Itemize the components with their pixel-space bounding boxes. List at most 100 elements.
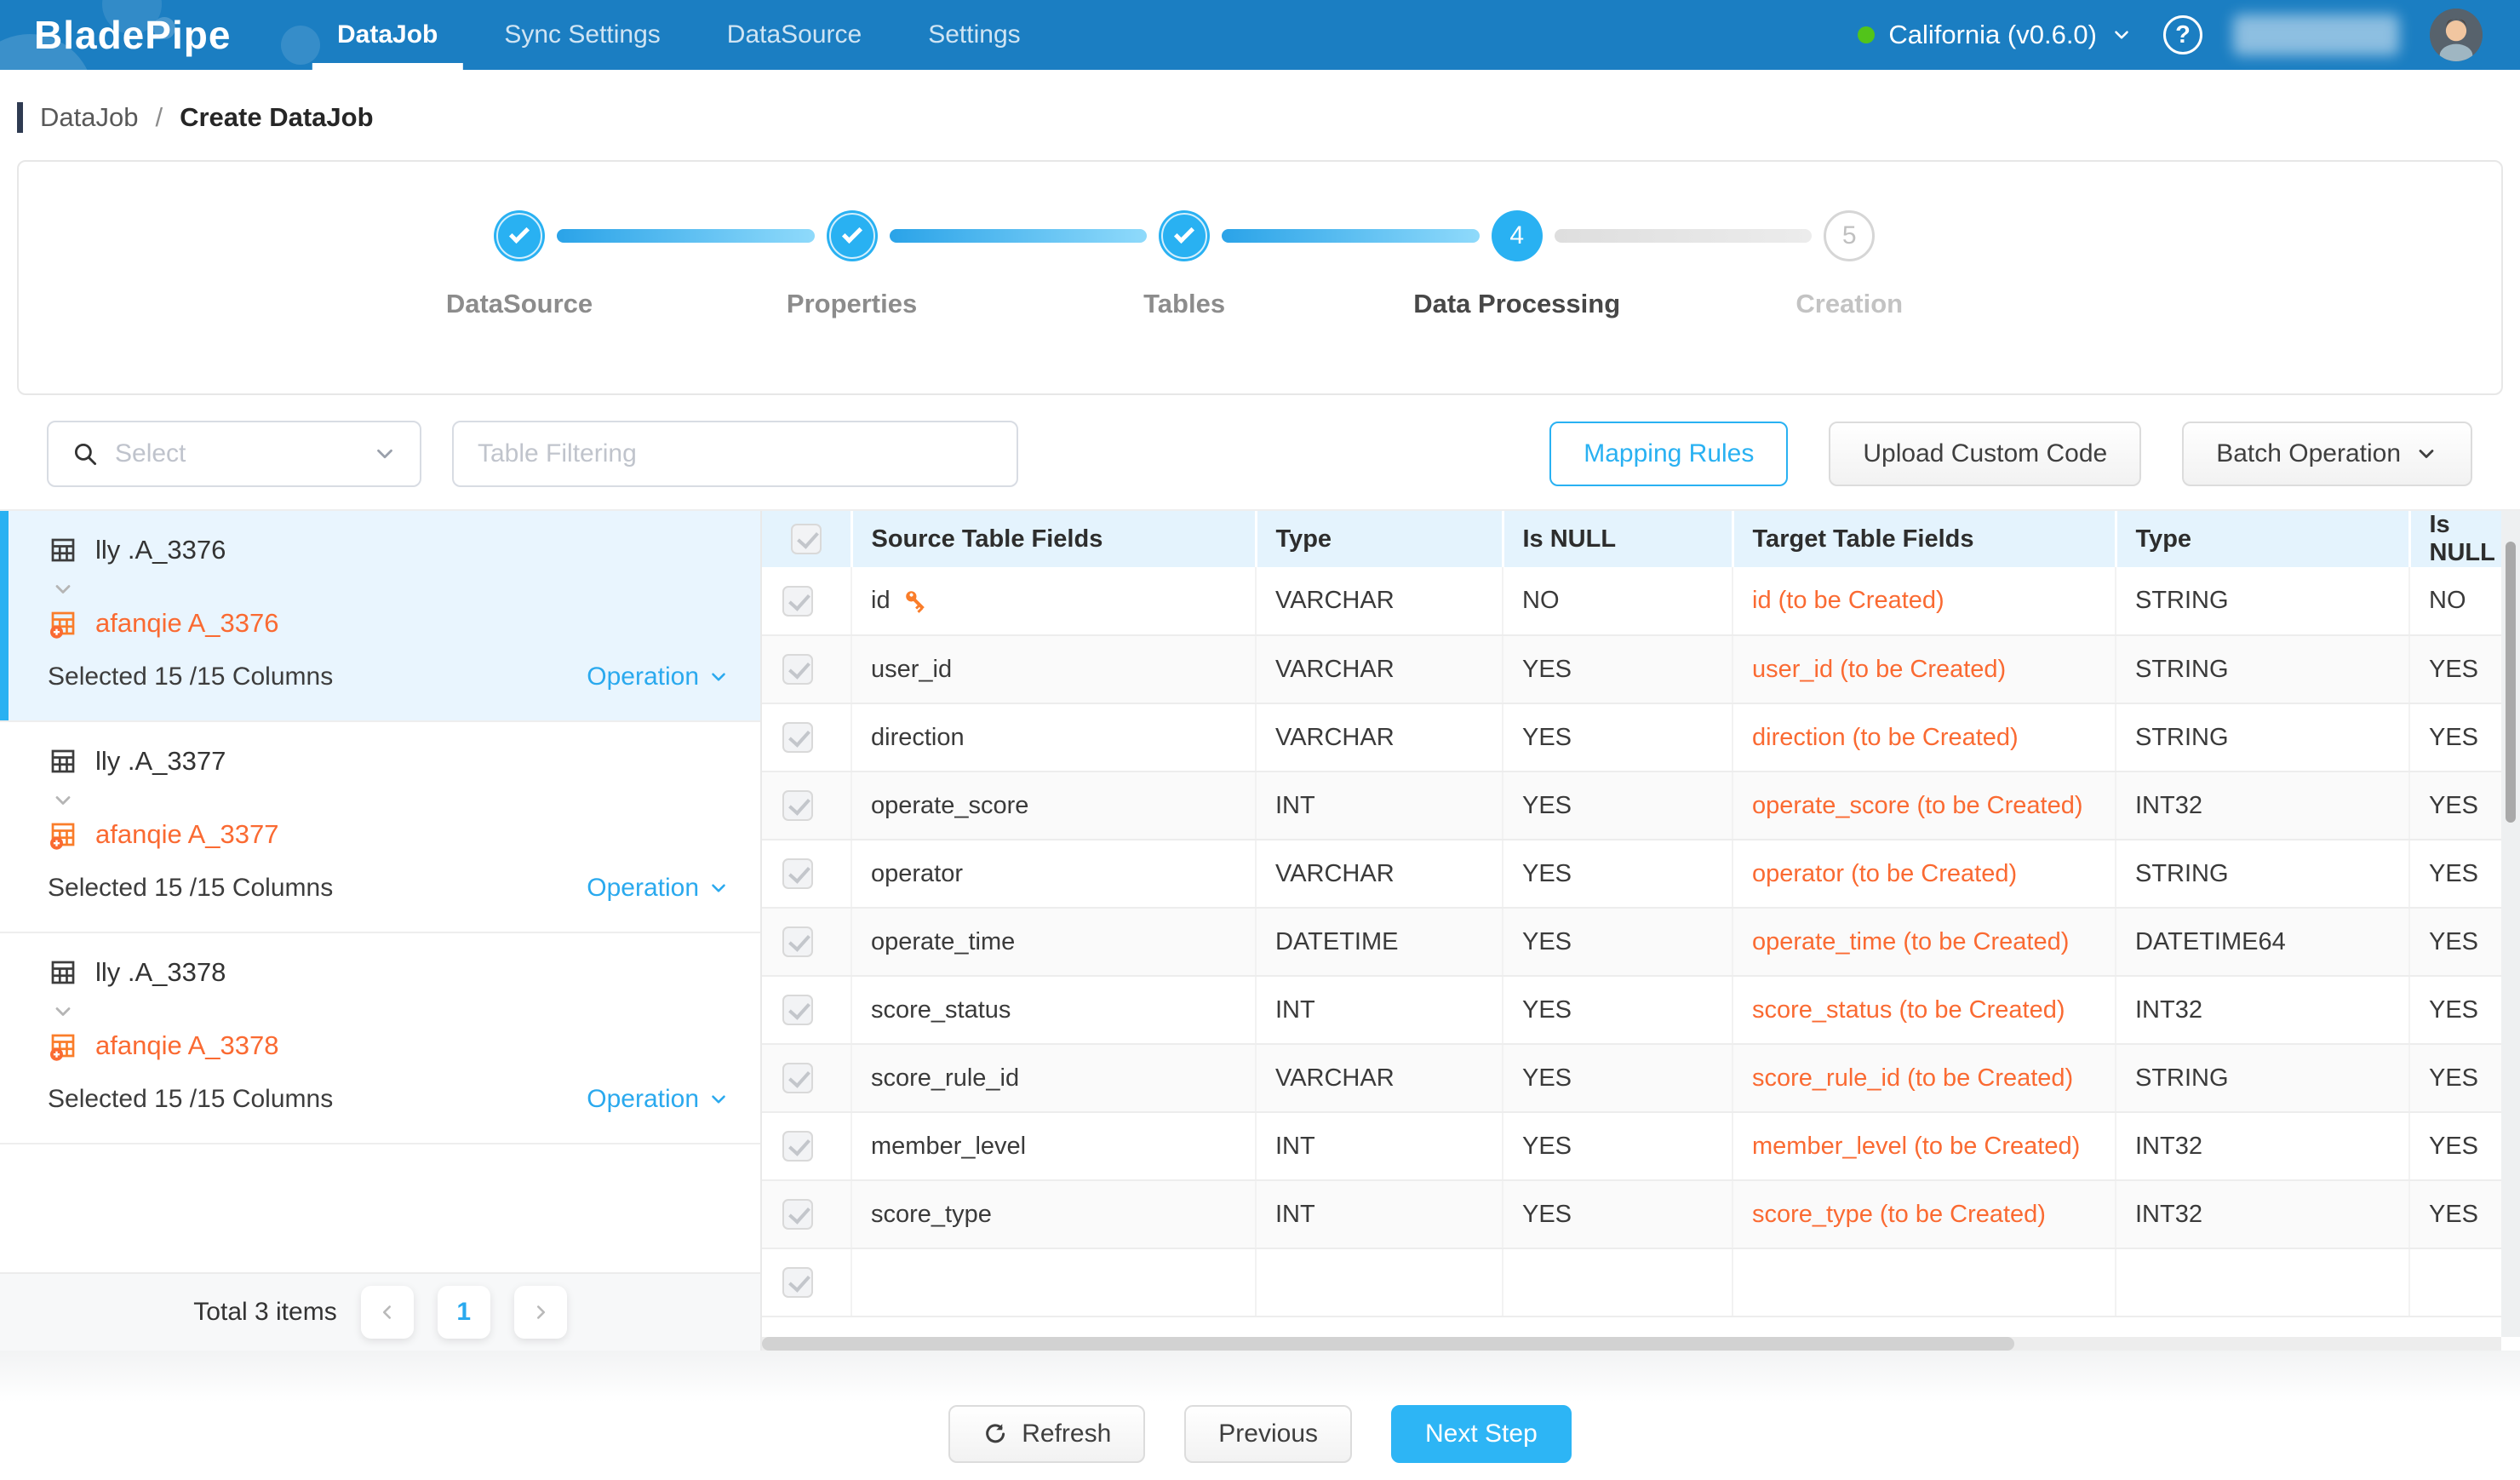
- nav-item-label: DataSource: [727, 20, 862, 49]
- table-pair-item[interactable]: lly .A_3378afanqie A_3378Selected 15 /15…: [0, 933, 760, 1144]
- source-field-name: user_id: [871, 656, 952, 684]
- row-checkbox[interactable]: [782, 1063, 813, 1093]
- row-checkbox[interactable]: [782, 926, 813, 957]
- row-checkbox[interactable]: [782, 858, 813, 889]
- table-pair-item[interactable]: lly .A_3377afanqie A_3377Selected 15 /15…: [0, 722, 760, 933]
- target-table-name: afanqie A_3377: [95, 819, 279, 850]
- select-all-checkbox[interactable]: [791, 524, 822, 554]
- breadcrumb-parent[interactable]: DataJob: [40, 102, 138, 133]
- field-row: score_rule_idVARCHARYESscore_rule_id (to…: [762, 1044, 2501, 1112]
- fields-table: Source Table Fields Type Is NULL Target …: [762, 511, 2501, 1317]
- vertical-scrollbar-thumb[interactable]: [2506, 542, 2516, 823]
- avatar[interactable]: [2430, 9, 2483, 61]
- batch-operation-button[interactable]: Batch Operation: [2182, 422, 2472, 486]
- chevron-down-icon: [707, 877, 730, 899]
- source-field-isnull: YES: [1503, 908, 1732, 976]
- mapping-rules-button[interactable]: Mapping Rules: [1549, 422, 1788, 486]
- select-placeholder: Select: [115, 439, 186, 468]
- chevron-left-icon: [376, 1301, 398, 1323]
- operation-dropdown[interactable]: Operation: [587, 1085, 730, 1114]
- fields-table-wrap: Source Table Fields Type Is NULL Target …: [762, 511, 2520, 1351]
- field-row: operate_timeDATETIMEYESoperate_time (to …: [762, 908, 2501, 976]
- source-field-isnull: YES: [1503, 1112, 1732, 1180]
- page-title: Create DataJob: [180, 102, 373, 133]
- env-selector[interactable]: California (v0.6.0): [1858, 20, 2133, 50]
- source-field-isnull: YES: [1503, 703, 1732, 772]
- target-table-name: afanqie A_3376: [95, 608, 279, 639]
- target-field-name: score_rule_id (to be Created): [1732, 1044, 2116, 1112]
- step-connector: [1222, 229, 1480, 243]
- main-content: lly .A_3376afanqie A_3376Selected 15 /15…: [0, 509, 2520, 1351]
- table-filter-input[interactable]: [452, 421, 1018, 487]
- table-icon: [48, 957, 78, 988]
- source-field-type: INT: [1256, 976, 1503, 1044]
- row-checkbox[interactable]: [782, 1267, 813, 1298]
- row-checkbox[interactable]: [782, 1199, 813, 1230]
- row-checkbox[interactable]: [782, 586, 813, 617]
- row-checkbox[interactable]: [782, 995, 813, 1025]
- breadcrumb-accent-bar: [17, 102, 23, 133]
- source-field-name: score_rule_id: [871, 1064, 1019, 1093]
- target-field-type: INT32: [2116, 1180, 2409, 1248]
- target-field-name: member_level (to be Created): [1732, 1112, 2116, 1180]
- col-target-fields: Target Table Fields: [1732, 511, 2116, 567]
- step-circle: [1159, 210, 1210, 261]
- operation-dropdown[interactable]: Operation: [587, 874, 730, 903]
- row-checkbox[interactable]: [782, 722, 813, 753]
- source-field-type: INT: [1256, 1112, 1503, 1180]
- nav-item-sync-settings[interactable]: Sync Settings: [504, 0, 660, 70]
- source-field-isnull: YES: [1503, 635, 1732, 703]
- mapping-arrow-icon: [51, 1000, 735, 1024]
- target-field-name: id (to be Created): [1732, 567, 2116, 635]
- col-source-type: Type: [1256, 511, 1503, 567]
- nav-item-label: DataJob: [337, 20, 438, 49]
- help-icon[interactable]: ?: [2163, 15, 2202, 54]
- target-field-type: INT32: [2116, 1112, 2409, 1180]
- check-icon: [509, 222, 530, 243]
- step-circle: [494, 210, 545, 261]
- prev-page-button[interactable]: [361, 1286, 414, 1339]
- step-number: 4: [1509, 221, 1524, 250]
- source-field-type: INT: [1256, 1180, 1503, 1248]
- operation-dropdown[interactable]: Operation: [587, 663, 730, 691]
- source-field-type: INT: [1256, 772, 1503, 840]
- operation-label: Operation: [587, 1085, 699, 1114]
- selected-columns-info: Selected 15 /15 Columns: [48, 1085, 333, 1114]
- app-logo[interactable]: BladePipe: [34, 12, 315, 58]
- target-field-isnull: YES: [2409, 1112, 2501, 1180]
- nav-item-label: Settings: [928, 20, 1020, 49]
- nav-item-datasource[interactable]: DataSource: [727, 0, 862, 70]
- row-checkbox[interactable]: [782, 1131, 813, 1162]
- source-field-name: score_status: [871, 996, 1011, 1024]
- datasource-select[interactable]: Select: [47, 421, 421, 487]
- field-row: idVARCHARNOid (to be Created)STRINGNO: [762, 567, 2501, 635]
- target-field-isnull: YES: [2409, 635, 2501, 703]
- refresh-button[interactable]: Refresh: [948, 1405, 1145, 1463]
- col-target-type: Type: [2116, 511, 2409, 567]
- username-blurred: [2233, 14, 2399, 55]
- target-field-type: STRING: [2116, 703, 2409, 772]
- source-field-name: operate_time: [871, 928, 1015, 956]
- nav-item-datajob[interactable]: DataJob: [337, 0, 438, 70]
- table-pair-item[interactable]: lly .A_3376afanqie A_3376Selected 15 /15…: [0, 511, 760, 722]
- table-icon: [48, 746, 78, 777]
- next-step-button[interactable]: Next Step: [1391, 1405, 1572, 1463]
- horizontal-scrollbar-thumb[interactable]: [762, 1337, 2014, 1351]
- source-table-name: lly .A_3377: [95, 746, 226, 777]
- target-field-type: STRING: [2116, 567, 2409, 635]
- table-pair-items: lly .A_3376afanqie A_3376Selected 15 /15…: [0, 511, 760, 1144]
- nav-item-settings[interactable]: Settings: [928, 0, 1020, 70]
- upload-custom-code-button[interactable]: Upload Custom Code: [1829, 422, 2141, 486]
- previous-button[interactable]: Previous: [1184, 1405, 1352, 1463]
- row-checkbox[interactable]: [782, 654, 813, 685]
- source-field-isnull: NO: [1503, 567, 1732, 635]
- nav-right: California (v0.6.0) ?: [1858, 9, 2483, 61]
- table-icon: [48, 535, 78, 565]
- fields-table-header: Source Table Fields Type Is NULL Target …: [762, 511, 2501, 567]
- source-field-isnull: YES: [1503, 976, 1732, 1044]
- page-1-button[interactable]: 1: [438, 1286, 490, 1339]
- primary-key-icon: [902, 588, 930, 615]
- stepper: DataSourcePropertiesTables4Data Processi…: [494, 210, 1956, 319]
- row-checkbox[interactable]: [782, 790, 813, 821]
- next-page-button[interactable]: [514, 1286, 567, 1339]
